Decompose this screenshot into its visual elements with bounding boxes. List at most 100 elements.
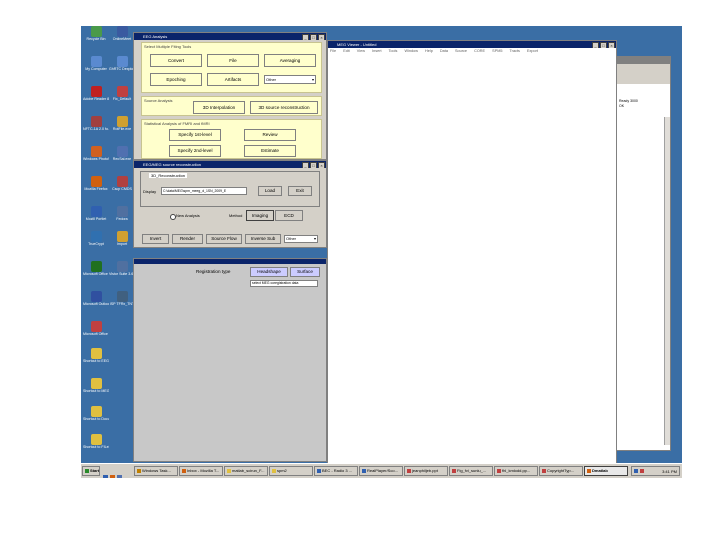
rotfile-icon[interactable]: RotFile.exe [109, 116, 135, 131]
coregistration-field[interactable]: select MEG coregistration data [250, 280, 318, 287]
convert-button[interactable]: Convert [150, 54, 202, 67]
network-icon[interactable] [634, 469, 638, 473]
outlook-icon[interactable]: Microsoft Outlook [83, 291, 109, 306]
folder-shortcut-icon[interactable]: Shortcut to MEG_Stuff [83, 378, 109, 393]
dexplorer-icon[interactable]: GhRTC Dexplorer [109, 56, 135, 71]
surface-button[interactable]: Surface [290, 267, 320, 277]
menu-item[interactable]: SPM5 [492, 49, 502, 53]
taskbar-item-active[interactable]: Dmatlab [584, 466, 628, 476]
portlet-icon[interactable]: Mozill Portlet [83, 206, 109, 221]
ecd-button[interactable]: ECD [275, 210, 303, 221]
import-icon[interactable]: Import [109, 231, 135, 246]
source-reconstruction-window[interactable]: EEG/MEG source reconstruction _ □ × 3D_Rec… [133, 160, 327, 248]
taskbar-item[interactable]: Fig_fvi_sunlu_... [449, 466, 493, 476]
menu-item[interactable]: Data [440, 49, 448, 53]
eeg-main-window[interactable]: EEG Analysis _ □ × Select Multiple Fiting … [133, 32, 327, 160]
close-icon[interactable]: × [608, 42, 615, 48]
minimize-icon[interactable]: _ [302, 162, 309, 168]
invert-button[interactable]: Invert [142, 234, 169, 244]
scrollbar[interactable] [664, 117, 670, 445]
taskbar-item[interactable]: RealPlayer/Sco... [359, 466, 403, 476]
file-button[interactable]: File [207, 54, 259, 67]
taskbar-item[interactable]: spm2 [269, 466, 313, 476]
menu-item[interactable]: Export [527, 49, 538, 53]
menu-item[interactable]: Help [425, 49, 433, 53]
render-button[interactable]: Render [172, 234, 203, 244]
office-word-icon[interactable]: Microsoft Office Wo. [83, 321, 109, 336]
office-excel-icon[interactable]: Microsoft Office Ex. [83, 261, 109, 276]
maximize-icon[interactable]: □ [310, 34, 317, 40]
folder-shortcut-icon[interactable]: Shortcut to EEG_R [83, 348, 109, 363]
title-bar[interactable]: EEG Analysis _ □ × [134, 33, 326, 40]
menu-item[interactable]: View [357, 49, 365, 53]
recycle-bin-icon[interactable]: Recycle Bin [83, 26, 109, 41]
exit-button[interactable]: Exit [288, 186, 312, 196]
background-window[interactable]: Ready 3000 OK [616, 56, 671, 451]
folder-shortcut-icon[interactable]: Shortcut to FILeNEO [83, 434, 109, 449]
fedora-icon[interactable]: Fedora [109, 206, 135, 221]
specify-2nd-level-button[interactable]: Specify 2nd-level [169, 145, 221, 157]
firefox-icon[interactable]: Mozilla Firefox [83, 176, 109, 191]
title-bar[interactable]: EEG/MEG source reconstruction _ □ × [134, 161, 326, 168]
artifacts-button[interactable]: Artifacts [207, 73, 259, 86]
registration-window[interactable]: Registration type Headshape Surface sele… [133, 258, 327, 462]
menu-item[interactable]: Insert [372, 49, 382, 53]
photostyle-icon[interactable]: Windows PhotoStyle [83, 146, 109, 161]
menu-item[interactable]: File [330, 49, 336, 53]
vistor-icon[interactable]: Vistor Suite 3.6.0 [109, 261, 135, 276]
headshape-button[interactable]: Headshape [250, 267, 288, 277]
maximize-icon[interactable]: □ [600, 42, 607, 48]
app-icon[interactable] [117, 475, 122, 478]
close-icon[interactable]: × [318, 34, 325, 40]
title-bar[interactable] [617, 57, 670, 64]
taskbar-item[interactable]: CopyrightTyp... [539, 466, 583, 476]
load-button[interactable]: Load [258, 186, 282, 196]
estimate-button[interactable]: Estimate [244, 145, 296, 157]
editor-window[interactable]: MEG Viewer - Untitled _ □ × File Edit View… [327, 40, 617, 464]
my-computer-icon[interactable]: My Computer [83, 56, 109, 71]
minimize-icon[interactable]: _ [302, 34, 309, 40]
menu-item[interactable]: Tools [389, 49, 398, 53]
browser-icon[interactable] [110, 475, 115, 478]
review-button[interactable]: Review [244, 129, 296, 141]
taskbar-item[interactable]: Windows Task... [134, 466, 178, 476]
menu-item[interactable]: Source [455, 49, 467, 53]
3d-source-reconstruction-button[interactable]: 3D source reconstruction [250, 101, 318, 114]
epoching-button[interactable]: Epoching [150, 73, 202, 86]
fix-default-icon[interactable]: Fix_Default [109, 86, 135, 101]
imaging-button[interactable]: Imaging [246, 210, 274, 221]
isp-icon[interactable]: ISP TFRx_TNT [109, 291, 135, 306]
title-bar[interactable] [134, 259, 326, 264]
menu-item[interactable]: CORE [474, 49, 485, 53]
specify-1st-level-button[interactable]: Specify 1st-level [169, 129, 221, 141]
3d-interpolation-button[interactable]: 3D Interpolation [193, 101, 245, 114]
desktop-icon[interactable] [103, 475, 108, 478]
source-flow-button[interactable]: Source Flow [206, 234, 242, 244]
other-dropdown[interactable]: Other ▾ [264, 75, 316, 84]
taskbar-item[interactable]: fhl_kmlodd.pp... [494, 466, 538, 476]
recsal-icon[interactable]: RecSal.exe [109, 146, 135, 161]
title-bar[interactable]: MEG Viewer - Untitled _ □ × [328, 41, 616, 48]
display-path-field[interactable]: C:\data\MEG\spm_meeg_d_1SN_2009_E [161, 187, 247, 195]
nftc-icon[interactable]: NFTC-1A 2.0 fo. [83, 116, 109, 131]
folder-shortcut-icon[interactable]: Shortcut to Document [83, 406, 109, 421]
other-dropdown[interactable]: Other ▾ [284, 235, 318, 243]
menu-item[interactable]: Window [404, 49, 418, 53]
taskbar-item[interactable]: Inbox - Mozilla T... [179, 466, 223, 476]
truecrypt-icon[interactable]: TrueCrypt [83, 231, 109, 246]
maximize-icon[interactable]: □ [310, 162, 317, 168]
start-button[interactable]: Start [82, 466, 100, 476]
inverse-sub-button[interactable]: Inverse Sub [245, 234, 281, 244]
onlinemeet-icon[interactable]: OnlineMeet [109, 26, 135, 41]
tab-3d-reconstruction[interactable]: 3D_Reconstruction [149, 173, 188, 178]
cscp-icon[interactable]: Cscp CMDS [109, 176, 135, 191]
tray-icon[interactable] [640, 469, 644, 473]
menu-item[interactable]: Edit [343, 49, 350, 53]
taskbar-item[interactable]: BEC - Radio 3 ... [314, 466, 358, 476]
minimize-icon[interactable]: _ [592, 42, 599, 48]
adobe-reader-icon[interactable]: Adobe Reader 8.0 [83, 86, 109, 101]
close-icon[interactable]: × [318, 162, 325, 168]
averaging-button[interactable]: Averaging [264, 54, 316, 67]
taskbar-item[interactable]: jeanphiljeb.ppt [404, 466, 448, 476]
taskbar-item[interactable]: matlab_scirun_F... [224, 466, 268, 476]
